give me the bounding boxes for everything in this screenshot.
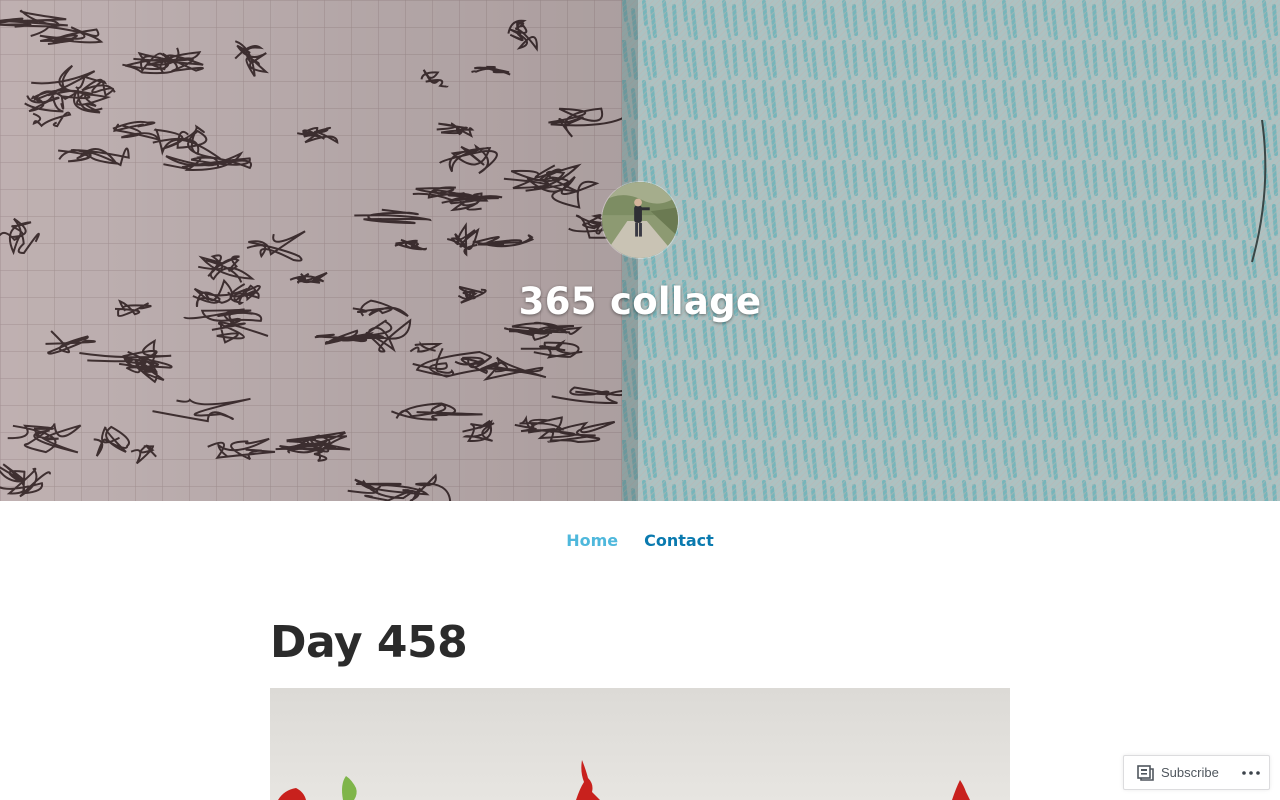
subscribe-button[interactable]: Subscribe [1124, 756, 1227, 789]
subscribe-bar: Subscribe [1123, 755, 1270, 790]
more-options-button[interactable] [1233, 756, 1269, 789]
nav-item-home[interactable]: Home [566, 528, 618, 554]
site-header: 365 collage [0, 0, 1280, 501]
ellipsis-icon [1242, 770, 1260, 775]
site-avatar[interactable] [601, 181, 679, 259]
collage-image [270, 688, 1010, 800]
subscribe-label: Subscribe [1161, 765, 1219, 780]
post-title[interactable]: Day 458 [270, 612, 468, 674]
avatar-photo [602, 182, 678, 258]
nav-item-contact[interactable]: Contact [644, 528, 714, 554]
reader-icon [1137, 764, 1154, 781]
post-featured-image[interactable] [270, 688, 1010, 800]
main-navigation: Home Contact [0, 528, 1280, 554]
site-title[interactable]: 365 collage [0, 278, 1280, 326]
